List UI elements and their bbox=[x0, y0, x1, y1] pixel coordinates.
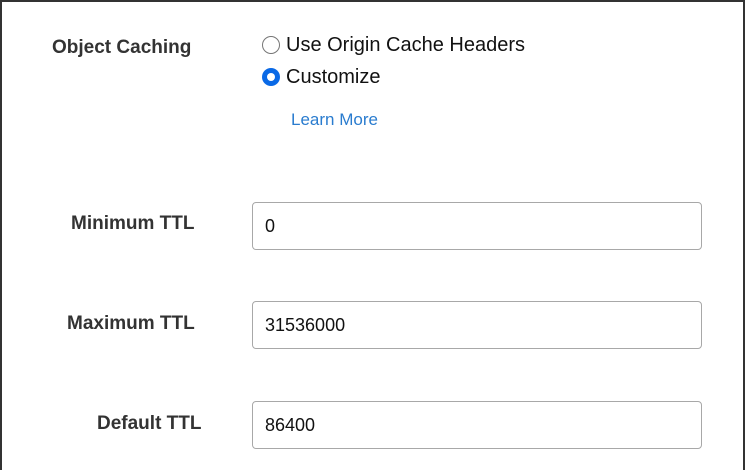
radio-label-use-origin: Use Origin Cache Headers bbox=[286, 33, 525, 56]
settings-panel: Object Caching Use Origin Cache Headers … bbox=[0, 0, 745, 470]
radio-label-customize: Customize bbox=[286, 65, 381, 88]
radio-button-unchecked[interactable] bbox=[262, 36, 280, 54]
learn-more-link[interactable]: Learn More bbox=[291, 110, 378, 130]
default-ttl-input[interactable] bbox=[252, 401, 702, 449]
maximum-ttl-label: Maximum TTL bbox=[67, 313, 195, 334]
default-ttl-label: Default TTL bbox=[97, 413, 202, 434]
radio-use-origin-cache-headers[interactable]: Use Origin Cache Headers bbox=[262, 33, 525, 57]
object-caching-label: Object Caching bbox=[52, 37, 192, 58]
minimum-ttl-input[interactable] bbox=[252, 202, 702, 250]
maximum-ttl-input[interactable] bbox=[252, 301, 702, 349]
minimum-ttl-label: Minimum TTL bbox=[71, 213, 195, 234]
radio-button-checked[interactable] bbox=[262, 68, 280, 86]
radio-customize[interactable]: Customize bbox=[262, 65, 380, 89]
